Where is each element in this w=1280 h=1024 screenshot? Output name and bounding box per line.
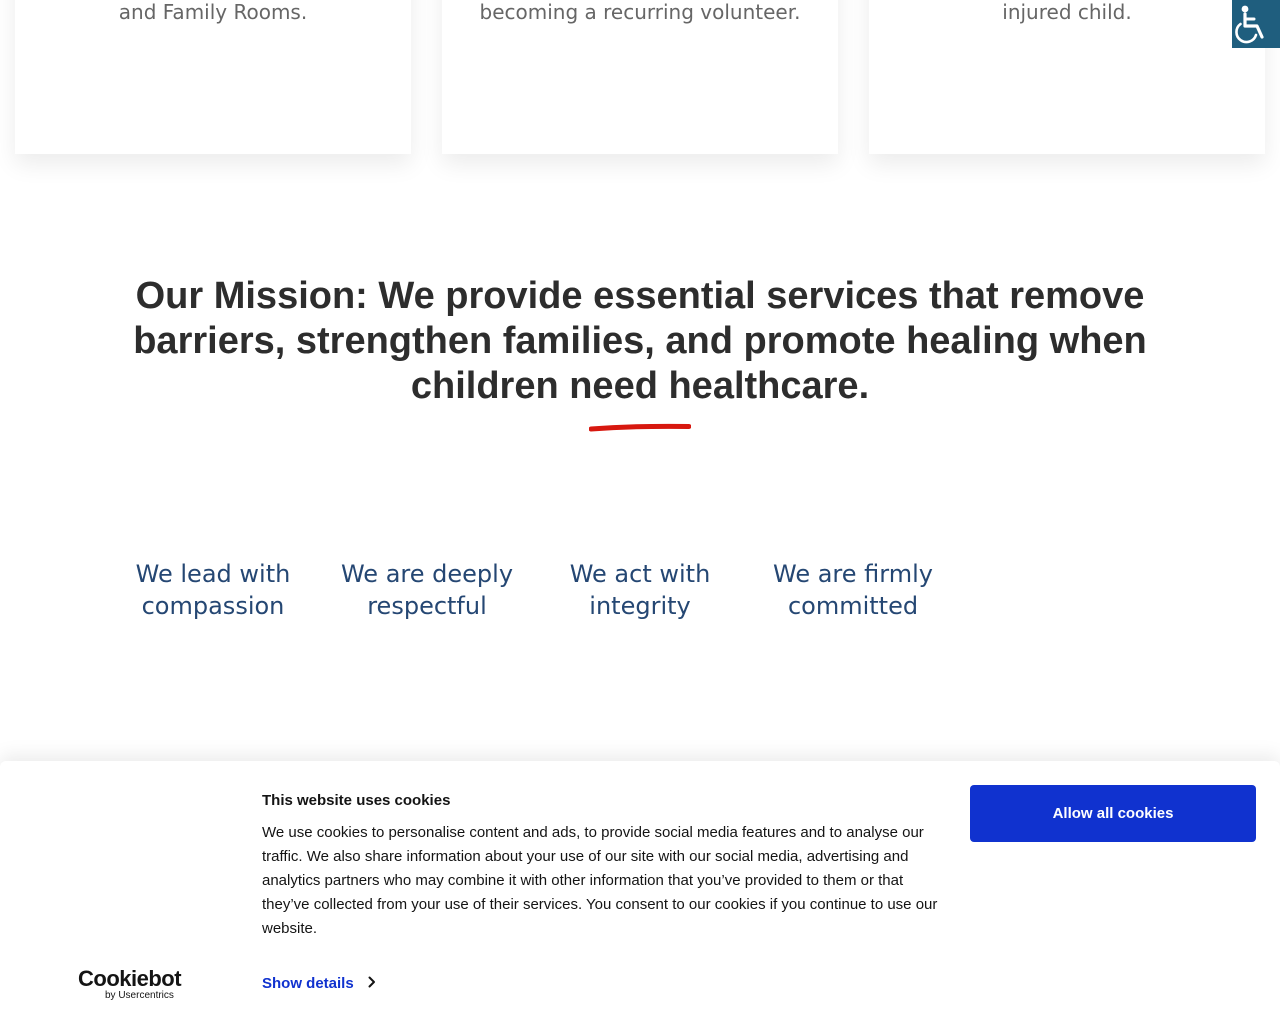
card-text: and Family Rooms. [118, 0, 308, 24]
value-integrity: We act with integrity [569, 560, 711, 620]
wheelchair-icon [1235, 5, 1264, 44]
service-card: and Family Rooms. [15, 0, 411, 154]
mission-heading: Our Mission: We provide essential servic… [133, 275, 1147, 407]
cookiebot-logo: Cookiebot by Usercentrics [78, 967, 182, 1003]
allow-all-cookies-button[interactable]: Allow all cookies [970, 785, 1256, 842]
card-text: becoming a recurring volunteer. [479, 0, 801, 24]
cookiebot-logo-text: Cookiebot [78, 966, 182, 991]
cookie-title: This website uses cookies [262, 792, 451, 809]
chevron-right-icon [368, 975, 376, 992]
show-details-label: Show details [262, 975, 354, 992]
red-underline [589, 423, 691, 432]
page: and Family Rooms. becoming a recurring v… [0, 0, 1280, 1024]
show-details-link[interactable]: Show details [262, 975, 376, 992]
accessibility-button[interactable] [1232, 0, 1280, 48]
value-compassion: We lead with compassion [135, 560, 291, 620]
card-text: injured child. [1002, 0, 1132, 24]
value-committed: We are firmly committed [773, 560, 933, 620]
cookiebot-logo-subtext: by Usercentrics [105, 990, 174, 1001]
value-respectful: We are deeply respectful [340, 560, 514, 620]
cookie-body: We use cookies to personalise content an… [262, 824, 938, 937]
cookie-banner: Cookiebot by Usercentrics This website u… [0, 761, 1280, 1024]
service-card: injured child. [869, 0, 1265, 154]
service-card: becoming a recurring volunteer. [442, 0, 838, 154]
